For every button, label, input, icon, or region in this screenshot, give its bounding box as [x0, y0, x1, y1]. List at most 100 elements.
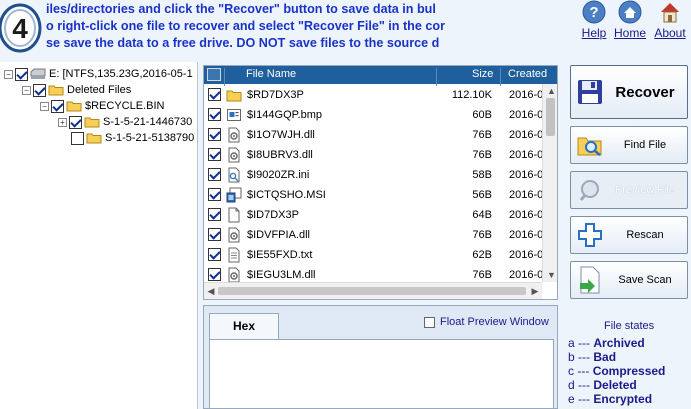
- tree-item[interactable]: S-1-5-21-5138790: [71, 130, 194, 146]
- row-checkbox[interactable]: [208, 168, 221, 181]
- hex-view: [209, 339, 554, 409]
- table-row[interactable]: $ID7DX3P 64B 2016-0: [204, 205, 544, 225]
- drive-icon: [30, 68, 46, 79]
- scroll-right-icon[interactable]: ▶: [530, 286, 540, 297]
- help-link[interactable]: ? Help: [574, 0, 614, 44]
- svg-text:?: ?: [589, 4, 598, 21]
- row-checkbox[interactable]: [208, 128, 221, 141]
- table-row[interactable]: $I8UBRV3.dll 76B 2016-0: [204, 145, 544, 165]
- step-number: 4: [12, 13, 28, 44]
- collapse-icon[interactable]: −: [4, 69, 13, 79]
- app-window: 4 iles/directories and click the "Recove…: [0, 0, 691, 409]
- file-created: 2016-0: [509, 149, 544, 161]
- text-file-icon: [226, 247, 242, 263]
- tree-checkbox[interactable]: [69, 115, 82, 129]
- find-folder-icon: [577, 137, 602, 156]
- scroll-up-icon[interactable]: ▲: [547, 87, 556, 96]
- recover-button[interactable]: Recover: [570, 65, 688, 119]
- folder-icon: [48, 85, 64, 96]
- row-checkbox[interactable]: [208, 208, 221, 221]
- file-created: 2016-0: [509, 89, 544, 101]
- table-row[interactable]: $IE55FXD.txt 62B 2016-0: [204, 245, 544, 265]
- tree-item-label: S-1-5-21-5138790: [105, 132, 195, 144]
- table-header: File Name Size Created: [204, 66, 557, 86]
- file-name: $I144GQP.bmp: [247, 109, 323, 121]
- about-link-label: About: [654, 26, 686, 40]
- collapse-icon[interactable]: −: [40, 101, 49, 111]
- save-scan-button[interactable]: Save Scan: [570, 261, 688, 299]
- row-checkbox[interactable]: [208, 228, 221, 241]
- state-key: a: [568, 336, 575, 350]
- step-instructions: iles/directories and click the "Recover"…: [46, 1, 456, 57]
- float-preview-checkbox[interactable]: [424, 316, 435, 328]
- state-separator: ---: [578, 378, 591, 392]
- state-name: Archived: [593, 336, 645, 350]
- file-name: $ICTQSHO.MSI: [247, 189, 326, 201]
- find-file-label: Find File: [623, 139, 667, 151]
- row-checkbox[interactable]: [208, 88, 221, 101]
- file-created: 2016-0: [509, 229, 544, 241]
- table-row[interactable]: $I144GQP.bmp 60B 2016-0: [204, 105, 543, 125]
- state-key: d: [568, 378, 575, 392]
- tree-checkbox[interactable]: [51, 99, 64, 113]
- table-row[interactable]: $IDVFPIA.dll 76B 2016-0: [204, 225, 544, 245]
- step-line: o right-click one file to recover and se…: [46, 19, 445, 33]
- float-preview-option[interactable]: Float Preview Window: [424, 316, 549, 328]
- file-created: 2016-0: [509, 169, 544, 181]
- table-row[interactable]: $ICTQSHO.MSI 56B 2016-0: [204, 185, 544, 205]
- state-key: c: [568, 364, 574, 378]
- column-header-name[interactable]: File Name: [246, 68, 296, 80]
- folder-icon: [84, 117, 100, 128]
- column-header-size[interactable]: Size: [472, 68, 493, 80]
- row-checkbox[interactable]: [208, 268, 221, 281]
- tab-hex[interactable]: Hex: [209, 313, 279, 339]
- file-created: 2016-0: [509, 249, 544, 261]
- tree-item-label: Deleted Files: [67, 84, 132, 96]
- tree-item[interactable]: − Deleted Files: [22, 82, 131, 98]
- expand-icon[interactable]: +: [58, 117, 67, 127]
- float-preview-label: Float Preview Window: [440, 316, 549, 328]
- about-house-icon: [661, 3, 679, 23]
- row-checkbox[interactable]: [208, 248, 221, 261]
- scroll-left-icon[interactable]: ◀: [206, 286, 216, 297]
- state-name: Bad: [593, 350, 617, 364]
- top-links: ? Help Home About: [574, 0, 691, 44]
- preview-file-button[interactable]: Preview File: [570, 171, 688, 209]
- column-header-created[interactable]: Created: [508, 68, 547, 80]
- home-link[interactable]: Home: [610, 0, 650, 44]
- table-row[interactable]: $I9020ZR.ini 58B 2016-0: [204, 165, 544, 185]
- file-size: 56B: [472, 189, 492, 201]
- row-checkbox[interactable]: [208, 148, 221, 161]
- state-key: b: [568, 350, 575, 364]
- dll-file-icon: [226, 267, 242, 283]
- tree-item[interactable]: + S-1-5-21-1446730: [58, 114, 192, 130]
- file-created: 2016-0: [509, 209, 544, 221]
- directory-tree: − E: [NTFS,135.23G,2016-05-1 − Deleted F…: [0, 62, 198, 409]
- table-row[interactable]: $I1O7WJH.dll 76B 2016-0: [204, 125, 543, 145]
- dll-file-icon: [226, 227, 242, 243]
- about-link[interactable]: About: [650, 0, 690, 44]
- rescan-button[interactable]: Rescan: [570, 216, 688, 254]
- collapse-icon[interactable]: −: [22, 85, 31, 95]
- tree-checkbox[interactable]: [71, 131, 84, 145]
- scroll-thumb[interactable]: [218, 287, 526, 295]
- scroll-thumb[interactable]: [546, 98, 555, 136]
- tree-item[interactable]: − E: [NTFS,135.23G,2016-05-1: [4, 66, 193, 82]
- table-row[interactable]: $RD7DX3P 112.10K 2016-0: [204, 85, 544, 105]
- tree-checkbox[interactable]: [15, 67, 28, 81]
- row-checkbox[interactable]: [208, 188, 221, 201]
- find-file-button[interactable]: Find File: [570, 126, 688, 164]
- horizontal-scrollbar[interactable]: ◀ ▶: [204, 282, 542, 299]
- file-states-title: File states: [604, 320, 655, 332]
- scroll-down-icon[interactable]: ▼: [547, 271, 556, 280]
- bitmap-file-icon: [226, 107, 242, 123]
- row-checkbox[interactable]: [208, 108, 221, 121]
- tree-item[interactable]: − $RECYCLE.BIN: [40, 98, 164, 114]
- ini-file-icon: [226, 167, 242, 183]
- help-icon: ?: [582, 0, 606, 24]
- vertical-scrollbar[interactable]: ▲ ▼: [542, 84, 557, 282]
- tree-checkbox[interactable]: [33, 83, 46, 97]
- msi-file-icon: [226, 187, 242, 203]
- file-created: 2016-0: [509, 189, 544, 201]
- select-all-icon[interactable]: [207, 68, 221, 81]
